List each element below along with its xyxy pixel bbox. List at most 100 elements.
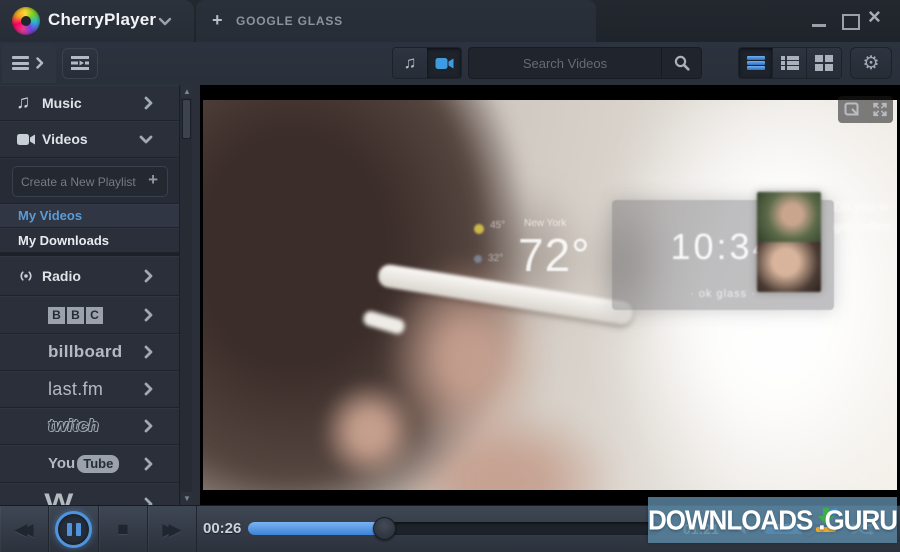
music-note-icon: ♫ (16, 91, 31, 113)
next-button[interactable]: ▶▶ (148, 506, 197, 552)
sidebar-item-twitch[interactable]: twitch (0, 408, 179, 445)
cherryplayer-logo-icon (12, 7, 40, 35)
cherryplayer-window: CherryPlayer + GOOGLE GLASS × ♫ Search V… (0, 0, 900, 552)
app-menu-chevron-down-icon[interactable] (158, 17, 172, 26)
hud-temperature: 72° (518, 229, 591, 281)
sidebar-item-vk[interactable]: W (0, 483, 179, 505)
downloads-guru-watermark: DOWNLOADS .GURU (648, 497, 898, 543)
search-icon (674, 55, 690, 71)
bbc-logo: BBC (48, 306, 105, 324)
sidebar-item-my-videos[interactable]: My Videos (0, 204, 179, 228)
view-switcher (738, 47, 842, 79)
video-player-area[interactable]: 45° New York 72° 32° 10:34 · ok glass · … (200, 85, 900, 505)
video-mode-button[interactable] (427, 48, 461, 78)
hud-temp-low: 32° (488, 253, 504, 264)
hud-photo-woman (757, 242, 821, 292)
sidebar-item-lastfm[interactable]: last.fm (0, 371, 179, 408)
sidebar-item-label: My Downloads (18, 232, 110, 248)
stop-icon: ■ (117, 518, 129, 540)
settings-button[interactable]: ⚙ (850, 47, 892, 79)
sidebar: ♫ Music Videos + My V (0, 85, 200, 505)
pause-button[interactable] (49, 506, 99, 552)
hud-photo-man (757, 192, 821, 242)
seek-bar-fill (248, 522, 384, 535)
detail-list-view-icon (780, 55, 799, 72)
previous-icon: ◀◀ (14, 519, 33, 539)
view-details-button[interactable] (773, 48, 807, 78)
playlist-panel-button[interactable] (62, 48, 98, 79)
chevron-right-icon (36, 57, 44, 69)
create-playlist-box[interactable]: + (12, 166, 168, 197)
video-camera-icon (17, 133, 35, 145)
watermark-text-left: DOWNLOADS (648, 503, 813, 536)
chevron-down-icon (139, 135, 153, 144)
view-grid-button[interactable] (807, 48, 841, 78)
elapsed-time: 00:26 (203, 520, 242, 537)
chevron-right-icon (144, 457, 153, 471)
new-tab-button[interactable]: + (212, 10, 223, 31)
scrollbar-thumb[interactable] (182, 99, 191, 139)
twitch-logo: twitch (48, 416, 99, 435)
sidebar-item-bbc[interactable]: BBC (0, 296, 179, 334)
create-playlist-input[interactable] (21, 168, 139, 195)
scroll-down-icon[interactable]: ▼ (181, 492, 193, 505)
titlebar: CherryPlayer + GOOGLE GLASS × (0, 0, 900, 42)
playlist-icon (71, 56, 89, 70)
person-ear (320, 380, 419, 483)
media-type-switch: ♫ (392, 47, 462, 79)
create-playlist-row: + (0, 158, 179, 204)
app-menu-tab[interactable]: CherryPlayer (0, 0, 194, 42)
seek-handle[interactable] (372, 517, 396, 540)
close-icon: × (868, 4, 881, 29)
hud-temp-high: 45° (490, 220, 506, 231)
fullscreen-icon[interactable] (872, 102, 888, 117)
minimize-button[interactable] (806, 0, 832, 36)
chevron-right-icon (144, 269, 153, 283)
vk-logo: W (44, 489, 73, 505)
next-icon: ▶▶ (162, 519, 181, 539)
sidebar-item-videos[interactable]: Videos (0, 121, 179, 158)
toolbar: ♫ Search Videos ⚙ (0, 42, 900, 85)
sidebar-scrollbar[interactable]: ▲ ▼ (179, 85, 193, 505)
chevron-right-icon (144, 96, 153, 110)
sidebar-toggle-button[interactable] (2, 44, 56, 83)
sidebar-item-music[interactable]: ♫ Music (0, 85, 179, 121)
search-button[interactable] (661, 48, 701, 78)
watermark-text-right: .GURU (818, 503, 898, 536)
previous-button[interactable]: ◀◀ (0, 506, 49, 552)
view-list-button[interactable] (739, 48, 773, 78)
search-input[interactable] (473, 49, 657, 77)
hamburger-icon (12, 56, 29, 70)
chevron-right-icon (144, 345, 153, 359)
music-mode-button[interactable]: ♫ (393, 48, 427, 78)
sidebar-item-radio[interactable]: Radio (0, 256, 179, 296)
maximize-button[interactable] (836, 0, 862, 36)
sidebar-item-label: Videos (42, 131, 88, 147)
app-title: CherryPlayer (48, 10, 157, 29)
popout-icon[interactable] (844, 102, 861, 117)
tab-title: GOOGLE GLASS (236, 14, 343, 28)
lastfm-logo: last.fm (48, 378, 104, 399)
stop-button[interactable]: ■ (99, 506, 148, 552)
close-button[interactable]: × (864, 0, 890, 36)
seek-bar[interactable] (248, 517, 660, 540)
hud-moon-icon (474, 255, 482, 263)
download-arrow-icon (814, 507, 838, 533)
sidebar-item-my-downloads[interactable]: My Downloads (0, 228, 179, 253)
pause-icon (55, 511, 92, 548)
scroll-up-icon[interactable]: ▲ (181, 85, 193, 98)
hud-speech-text: Do you w get coffee (834, 199, 891, 234)
video-camera-icon (435, 57, 453, 69)
sidebar-item-label: My Videos (18, 208, 83, 223)
hud-sun-icon (474, 224, 484, 234)
gear-icon: ⚙ (862, 52, 880, 74)
sidebar-item-youtube[interactable]: You Tube (0, 445, 179, 483)
video-frame: 45° New York 72° 32° 10:34 · ok glass · … (203, 100, 897, 490)
tab-google-glass[interactable]: + GOOGLE GLASS (196, 0, 596, 42)
sidebar-item-billboard[interactable]: billboard (0, 334, 179, 371)
grid-view-icon (815, 54, 833, 72)
music-note-icon: ♫ (403, 53, 417, 72)
sidebar-item-label: Music (42, 94, 82, 111)
add-playlist-button[interactable]: + (148, 170, 158, 190)
chevron-right-icon (144, 308, 153, 322)
